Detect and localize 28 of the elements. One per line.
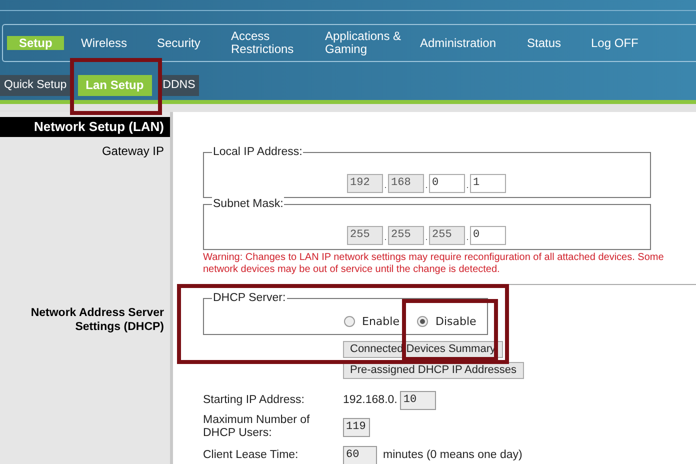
ip-prefix: 192.168.0. (343, 392, 398, 408)
section-label: Network Address Server Settings (DHCP) (30, 306, 165, 334)
radio-option[interactable]: Enable (344, 314, 400, 330)
section-label: Gateway IP (102, 143, 165, 160)
field-label: Maximum Number of DHCP Users: (203, 414, 311, 440)
menu-tab[interactable]: Access Restrictions (229, 30, 319, 56)
menu-tab[interactable]: Applications & Gaming (323, 30, 414, 56)
input-field[interactable]: 10 (400, 391, 436, 410)
octet-field[interactable]: 1 (470, 174, 506, 193)
octet-field[interactable]: 0 (470, 226, 506, 245)
input-field[interactable]: 60 (343, 446, 377, 464)
menu-tab[interactable]: Security (155, 36, 202, 50)
menu-tab[interactable]: Administration (418, 36, 498, 50)
radio-icon[interactable] (344, 316, 355, 328)
radio-icon[interactable] (417, 316, 428, 328)
unit-label: minutes (0 means one day) (383, 448, 522, 463)
field-label: Client Lease Time: (203, 448, 300, 463)
octet-field[interactable]: 0 (429, 174, 465, 193)
field-label: Starting IP Address: (203, 392, 306, 408)
menu-tab[interactable]: Log OFF (589, 36, 640, 50)
menu-tab[interactable]: Status (525, 36, 564, 50)
warning-text: Warning: Changes to LAN IP network settings may require reconfiguration of all attached devices. Some network devices may be out of service until the change is detected. (203, 252, 665, 276)
sub-tab[interactable]: Quick Setup (0, 75, 71, 96)
sidebar-title: Network Setup (LAN) (0, 117, 170, 137)
radio-option[interactable]: Disable (417, 314, 476, 330)
menu-tab[interactable]: Wireless (79, 36, 130, 50)
action-button[interactable]: Connected Devices Summary (343, 341, 503, 358)
input-field[interactable]: 119 (343, 418, 370, 436)
